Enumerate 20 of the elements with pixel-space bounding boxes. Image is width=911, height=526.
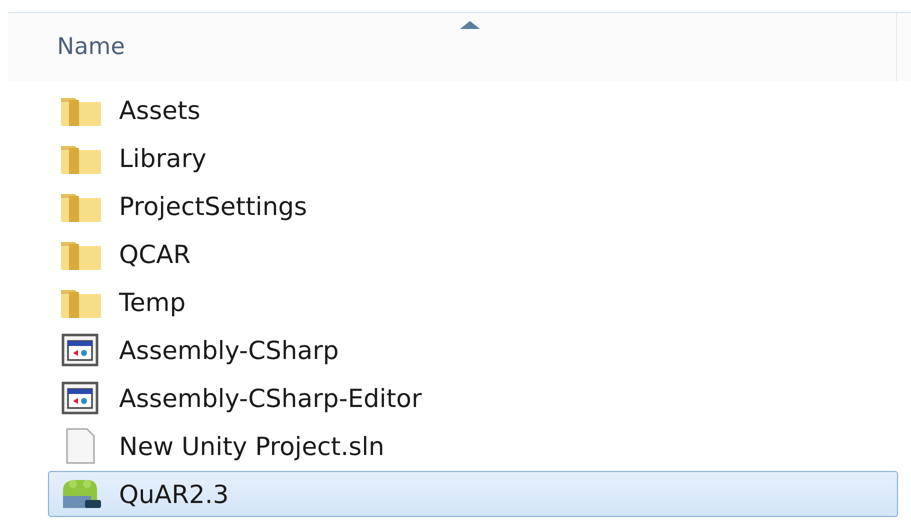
file-name: Assembly-CSharp — [119, 336, 339, 364]
file-row[interactable]: QCAR — [48, 231, 898, 277]
file-name: QCAR — [119, 240, 191, 268]
file-name: Library — [119, 144, 206, 172]
file-row[interactable]: Temp — [48, 279, 898, 325]
file-row[interactable]: New Unity Project.sln — [48, 423, 898, 469]
file-name: Temp — [119, 288, 186, 316]
file-row[interactable]: Assets — [48, 87, 898, 133]
file-name: ProjectSettings — [119, 192, 308, 220]
file-row[interactable]: QuAR2.3 — [48, 471, 898, 517]
column-header[interactable]: Name — [8, 12, 911, 81]
file-row[interactable]: Assembly-CSharp-Editor — [48, 375, 898, 421]
file-name: Assembly-CSharp-Editor — [119, 384, 422, 412]
file-name: QuAR2.3 — [119, 480, 229, 508]
file-name: Assets — [119, 96, 200, 124]
file-row[interactable]: Assembly-CSharp — [48, 327, 898, 373]
column-label: Name — [57, 34, 125, 60]
file-name: New Unity Project.sln — [119, 432, 384, 460]
file-row[interactable]: ProjectSettings — [48, 183, 898, 229]
file-row[interactable]: Library — [48, 135, 898, 181]
